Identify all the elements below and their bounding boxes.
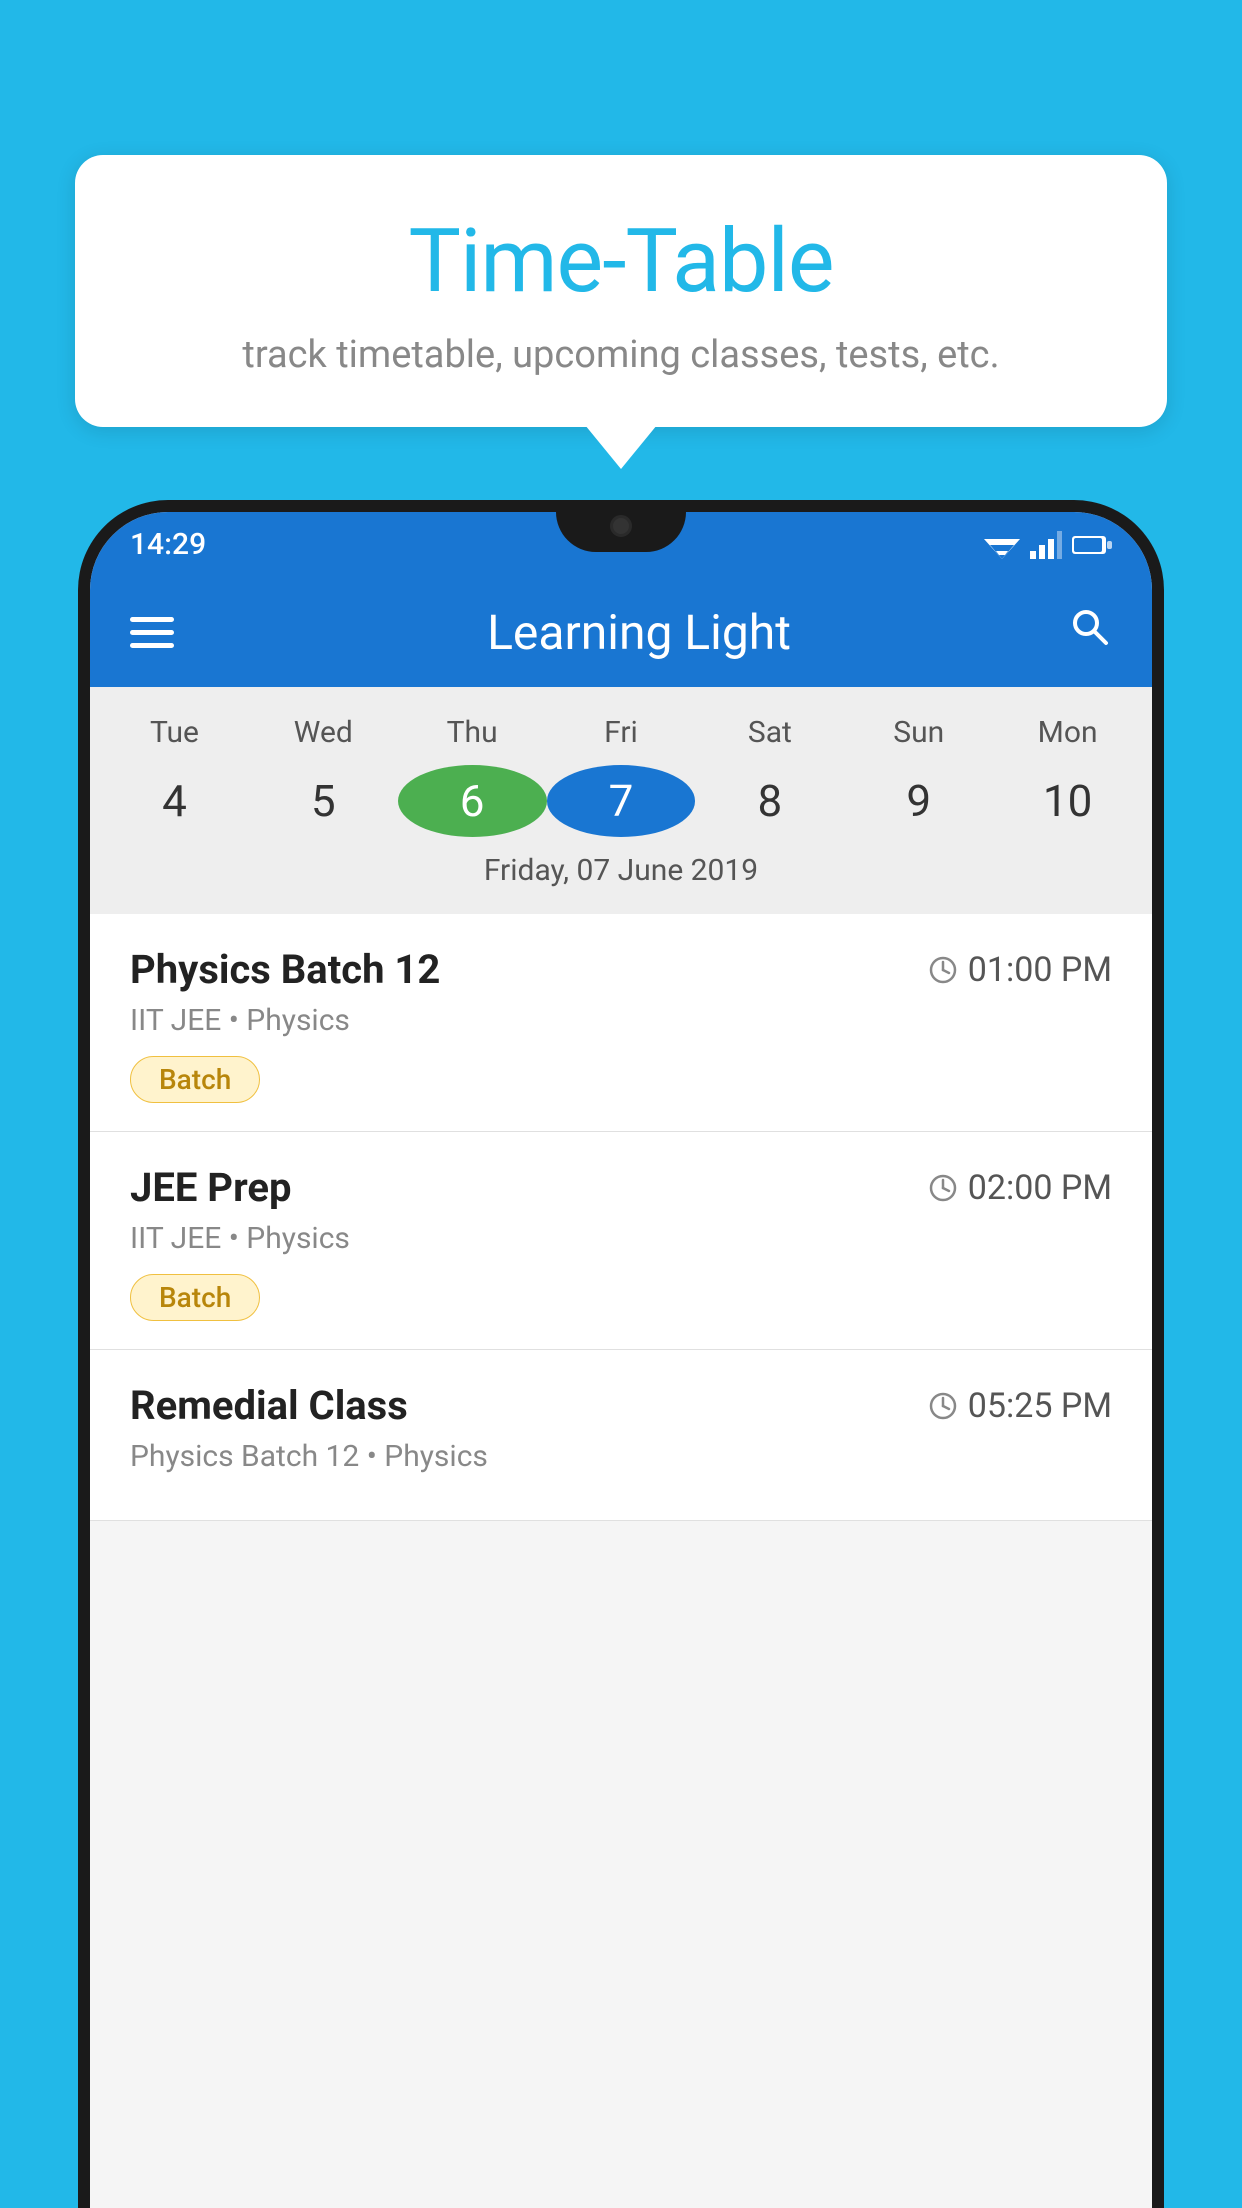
class-name-1: Physics Batch 12 <box>130 946 440 993</box>
class-time-3: 05:25 PM <box>928 1386 1112 1426</box>
batch-badge-2: Batch <box>130 1274 260 1321</box>
search-icon[interactable] <box>1068 605 1112 660</box>
day-header-wed: Wed <box>249 707 398 758</box>
phone-frame: 14:29 <box>78 500 1164 2208</box>
speech-bubble: Time-Table track timetable, upcoming cla… <box>75 155 1167 427</box>
signal-icon <box>1030 531 1062 559</box>
calendar-strip: Tue Wed Thu Fri Sat Sun Mon 4 5 6 7 <box>90 687 1152 914</box>
day-header-fri: Fri <box>547 707 696 758</box>
day-header-mon: Mon <box>993 707 1142 758</box>
day-6-wrapper[interactable]: 6 <box>398 763 547 839</box>
day-8[interactable]: 8 <box>695 763 844 839</box>
day-5-wrapper[interactable]: 5 <box>249 763 398 839</box>
class-item-2-header: JEE Prep 02:00 PM <box>130 1164 1112 1211</box>
class-name-3: Remedial Class <box>130 1382 408 1429</box>
class-meta-3: Physics Batch 12 • Physics <box>130 1439 1112 1474</box>
class-time-2: 02:00 PM <box>928 1168 1112 1208</box>
bubble-title: Time-Table <box>135 210 1107 313</box>
phone-screen: 14:29 <box>90 512 1152 2208</box>
clock-icon-3 <box>928 1391 958 1421</box>
menu-icon[interactable] <box>130 617 174 648</box>
day-4-wrapper[interactable]: 4 <box>100 763 249 839</box>
day-header-tue: Tue <box>100 707 249 758</box>
day-10-wrapper[interactable]: 10 <box>993 763 1142 839</box>
class-name-2: JEE Prep <box>130 1164 291 1211</box>
day-header-thu: Thu <box>398 707 547 758</box>
day-7-wrapper[interactable]: 7 <box>547 763 696 839</box>
bubble-subtitle: track timetable, upcoming classes, tests… <box>135 333 1107 377</box>
day-4[interactable]: 4 <box>100 763 249 839</box>
batch-badge-1: Batch <box>130 1056 260 1103</box>
clock-icon-1 <box>928 955 958 985</box>
day-9[interactable]: 9 <box>844 763 993 839</box>
day-7-selected[interactable]: 7 <box>547 765 696 837</box>
class-time-1: 01:00 PM <box>928 950 1112 990</box>
day-numbers: 4 5 6 7 8 9 10 <box>90 763 1152 839</box>
day-header-sat: Sat <box>695 707 844 758</box>
class-list: Physics Batch 12 01:00 PM IIT JEE • Phys… <box>90 914 1152 1521</box>
status-icons <box>984 531 1112 559</box>
day-8-wrapper[interactable]: 8 <box>695 763 844 839</box>
phone-notch <box>556 500 686 552</box>
class-item-1[interactable]: Physics Batch 12 01:00 PM IIT JEE • Phys… <box>90 914 1152 1132</box>
class-meta-2: IIT JEE • Physics <box>130 1221 1112 1256</box>
app-title: Learning Light <box>210 604 1068 661</box>
battery-icon <box>1072 534 1112 556</box>
class-item-2[interactable]: JEE Prep 02:00 PM IIT JEE • Physics Batc… <box>90 1132 1152 1350</box>
status-time: 14:29 <box>130 527 206 562</box>
day-5[interactable]: 5 <box>249 763 398 839</box>
selected-date-label: Friday, 07 June 2019 <box>90 839 1152 904</box>
class-meta-1: IIT JEE • Physics <box>130 1003 1112 1038</box>
day-6-today[interactable]: 6 <box>398 765 547 837</box>
class-item-1-header: Physics Batch 12 01:00 PM <box>130 946 1112 993</box>
class-item-3[interactable]: Remedial Class 05:25 PM Physics Batch 12… <box>90 1350 1152 1521</box>
app-bar: Learning Light <box>90 577 1152 687</box>
day-9-wrapper[interactable]: 9 <box>844 763 993 839</box>
class-item-3-header: Remedial Class 05:25 PM <box>130 1382 1112 1429</box>
wifi-icon <box>984 531 1020 559</box>
day-header-sun: Sun <box>844 707 993 758</box>
day-10[interactable]: 10 <box>993 763 1142 839</box>
clock-icon-2 <box>928 1173 958 1203</box>
camera <box>610 515 632 537</box>
day-headers: Tue Wed Thu Fri Sat Sun Mon <box>90 707 1152 758</box>
